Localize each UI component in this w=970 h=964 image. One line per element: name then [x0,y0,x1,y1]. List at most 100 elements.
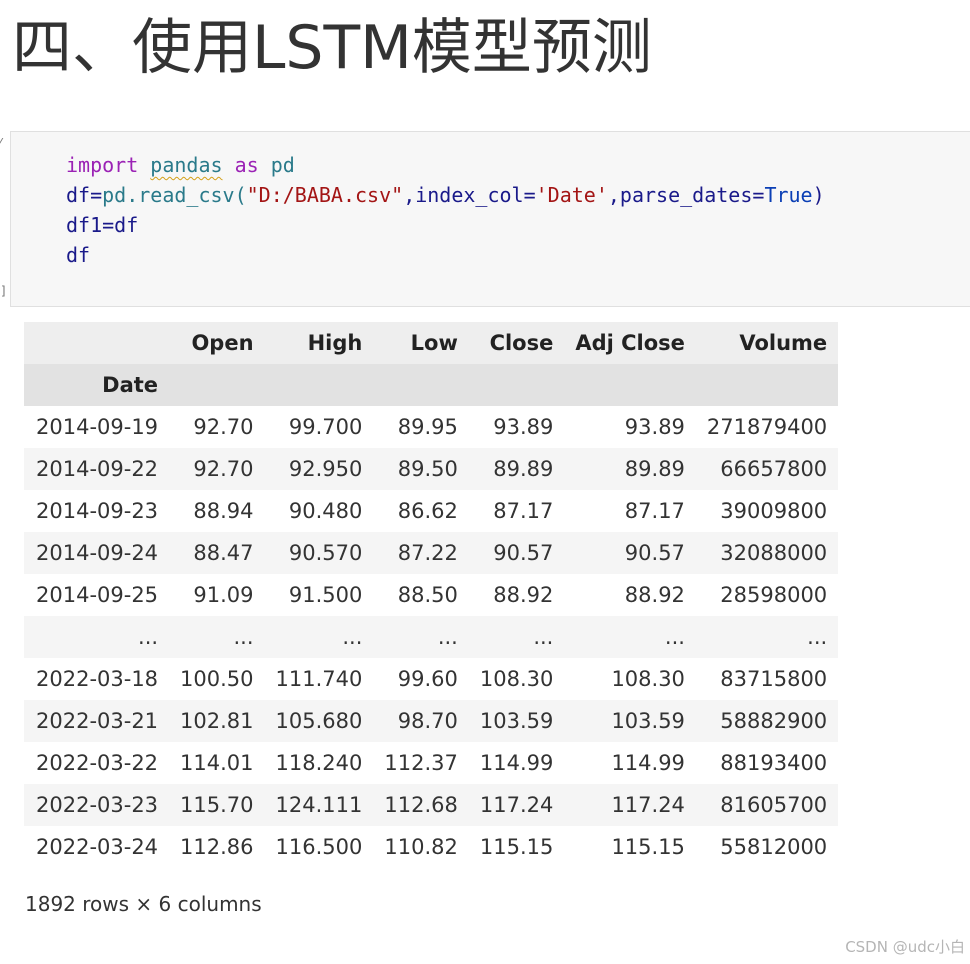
row-index-cell: 2022-03-18 [24,658,170,700]
table-cell: 93.89 [468,406,565,448]
table-cell: ... [695,616,839,658]
table-cell: ... [564,616,696,658]
table-cell: 112.86 [169,826,265,868]
row-index-cell: 2014-09-23 [24,490,170,532]
table-row: 2022-03-23 115.70 124.111 112.68 117.24 117.2… [24,784,839,826]
table-cell: 124.111 [264,784,374,826]
table-cell: 88.92 [468,574,565,616]
table-cell: 90.57 [468,532,565,574]
code-token: pd [102,183,127,207]
code-token: as [234,153,259,177]
table-cell: 112.68 [373,784,469,826]
code-cell[interactable]: import pandas as pd df=pd.read_csv("D:/BA… [10,131,970,307]
table-cell: 87.17 [564,490,696,532]
table-cell: 66657800 [695,448,839,490]
table-cell: 114.01 [169,742,265,784]
notebook-page: 四、使用LSTM模型预测 ] import pandas as pd df=pd.… [0,0,970,964]
cell-prompt: ] [0,284,8,298]
column-header-row: Open High Low Close Adj Close Volume [24,322,839,364]
column-header: Adj Close [564,322,696,364]
table-cell: 92.70 [169,448,265,490]
index-header-spacer [564,364,696,406]
index-header-spacer [373,364,469,406]
table-cell: 89.89 [468,448,565,490]
table-row: 2014-09-23 88.94 90.480 86.62 87.17 87.17 3900… [24,490,839,532]
table-cell: 117.24 [468,784,565,826]
table-cell: 116.500 [264,826,374,868]
code-token: "D:/BABA.csv" [246,183,404,207]
table-cell: 103.59 [468,700,565,742]
code-token: ,parse_dates= [607,183,765,207]
code-token: pd [258,153,295,177]
table-row: 2022-03-21 102.81 105.680 98.70 103.59 103.59… [24,700,839,742]
row-index-cell: 2022-03-21 [24,700,170,742]
table-cell: 88.47 [169,532,265,574]
table-cell: 103.59 [564,700,696,742]
table-cell: 87.22 [373,532,469,574]
table-cell: 58882900 [695,700,839,742]
code-line: df=pd.read_csv("D:/BABA.csv",index_col='… [66,180,825,210]
table-cell: 89.50 [373,448,469,490]
index-header-spacer [468,364,565,406]
table-cell: 92.950 [264,448,374,490]
code-token: df [66,243,91,267]
row-index-cell: 2022-03-23 [24,784,170,826]
table-cell: 118.240 [264,742,374,784]
table-cell: 39009800 [695,490,839,532]
code-line: df1=df [66,210,825,240]
row-index-cell: 2022-03-24 [24,826,170,868]
table-cell: 99.700 [264,406,374,448]
table-cell: 111.740 [264,658,374,700]
row-index-cell: 2014-09-24 [24,532,170,574]
row-index-cell: 2022-03-22 [24,742,170,784]
table-cell: 91.09 [169,574,265,616]
table-cell: 102.81 [169,700,265,742]
table-cell: ... [169,616,265,658]
table-cell: 114.99 [468,742,565,784]
table-cell: 89.89 [564,448,696,490]
row-index-cell: ... [24,616,170,658]
table-cell: 115.15 [564,826,696,868]
index-header-spacer [695,364,839,406]
table-row: 2014-09-19 92.70 99.700 89.95 93.89 93.89 2718… [24,406,839,448]
index-header-spacer [169,364,265,406]
table-cell: 92.70 [169,406,265,448]
table-row: 2014-09-22 92.70 92.950 89.50 89.89 89.89 6665… [24,448,839,490]
row-index-cell: 2014-09-25 [24,574,170,616]
code-token: import [66,153,139,177]
table-cell: 88.94 [169,490,265,532]
table-cell: 88.50 [373,574,469,616]
index-header-spacer [264,364,374,406]
table-cell: ... [264,616,374,658]
table-cell: 88193400 [695,742,839,784]
cell-collapse-marker-icon[interactable] [0,138,10,146]
row-index-cell: 2014-09-19 [24,406,170,448]
code-token: df1=df [66,213,139,237]
code-token: .read_csv( [126,183,247,207]
index-header-row: Date [24,364,839,406]
index-name-header: Date [24,364,170,406]
table-cell: ... [468,616,565,658]
table-cell: 271879400 [695,406,839,448]
column-header: High [264,322,374,364]
table-cell: 112.37 [373,742,469,784]
code-token: ,index_col= [403,183,536,207]
code-line: df [66,240,825,270]
code-editor[interactable]: import pandas as pd df=pd.read_csv("D:/BA… [66,150,825,270]
section-heading: 四、使用LSTM模型预测 [12,13,652,83]
table-cell: 115.15 [468,826,565,868]
table-cell: 81605700 [695,784,839,826]
table-cell: ... [373,616,469,658]
column-header: Open [169,322,265,364]
column-header [24,322,170,364]
code-token: pandas [150,153,223,177]
table-cell: 98.70 [373,700,469,742]
table-cell: 28598000 [695,574,839,616]
table-cell: 90.570 [264,532,374,574]
table-cell: 99.60 [373,658,469,700]
table-cell: 100.50 [169,658,265,700]
dataframe-shape: 1892 rows × 6 columns [25,892,262,916]
column-header: Close [468,322,565,364]
watermark: CSDN @udc小白 [845,938,965,956]
table-cell: 110.82 [373,826,469,868]
